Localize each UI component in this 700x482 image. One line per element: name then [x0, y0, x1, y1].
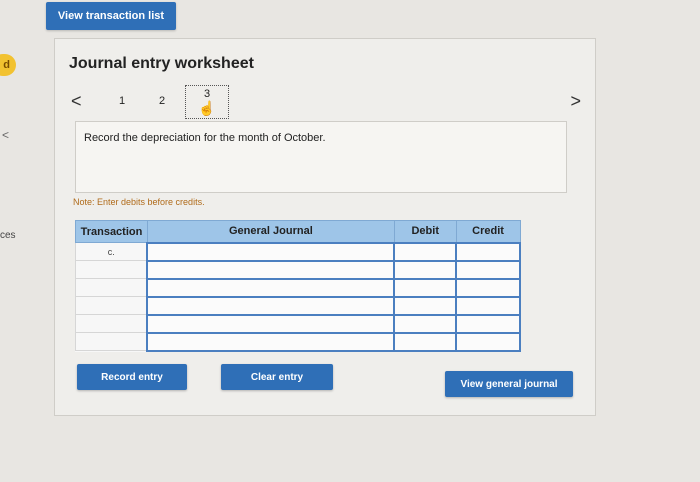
account-input[interactable]	[146, 295, 396, 316]
record-entry-button[interactable]: Record entry	[77, 364, 187, 390]
transaction-cell	[75, 278, 148, 297]
journal-table: Transaction General Journal Debit Credit…	[75, 220, 521, 352]
transaction-cell	[75, 314, 148, 333]
account-input[interactable]	[146, 259, 396, 280]
next-page-icon[interactable]: >	[570, 91, 581, 112]
view-transaction-list-button[interactable]: View transaction list	[46, 2, 176, 30]
account-input[interactable]	[146, 313, 396, 334]
prev-page-icon[interactable]: <	[71, 91, 82, 112]
table-row	[75, 331, 521, 352]
header-credit: Credit	[455, 220, 521, 243]
note-text: Note: Enter debits before credits.	[73, 197, 205, 207]
debit-input[interactable]	[393, 295, 458, 316]
account-input[interactable]	[146, 241, 396, 262]
debit-input[interactable]	[393, 241, 458, 262]
credit-input[interactable]	[455, 295, 521, 316]
worksheet-title: Journal entry worksheet	[69, 55, 254, 72]
transaction-cell: c.	[75, 242, 148, 261]
credit-input[interactable]	[455, 259, 521, 280]
credit-input[interactable]	[455, 331, 521, 352]
table-row	[75, 277, 521, 298]
table-row: c.	[75, 241, 521, 262]
transaction-cell	[75, 332, 148, 351]
hand-cursor-icon: ☝	[198, 100, 216, 116]
progress-badge: d	[0, 54, 16, 76]
debit-input[interactable]	[393, 313, 458, 334]
instruction-box: Record the depreciation for the month of…	[75, 121, 567, 193]
credit-input[interactable]	[455, 277, 521, 298]
header-general-journal: General Journal	[146, 220, 395, 243]
debit-input[interactable]	[393, 277, 458, 298]
clear-entry-button[interactable]: Clear entry	[221, 364, 333, 390]
worksheet-pager: < 1 2 3 ☝ >	[71, 85, 581, 121]
page-3-active[interactable]: 3 ☝	[185, 85, 229, 119]
header-transaction: Transaction	[75, 220, 148, 243]
transaction-cell	[75, 296, 148, 315]
sidebar-partial-text: ces	[0, 230, 16, 241]
page-2[interactable]: 2	[159, 95, 165, 107]
header-debit: Debit	[393, 220, 457, 243]
table-row	[75, 313, 521, 334]
view-general-journal-button[interactable]: View general journal	[445, 371, 573, 397]
page-3-number: 3	[203, 88, 211, 100]
transaction-cell	[75, 260, 148, 279]
page-1[interactable]: 1	[119, 95, 125, 107]
credit-input[interactable]	[455, 241, 521, 262]
instruction-text: Record the depreciation for the month of…	[84, 132, 326, 144]
debit-input[interactable]	[393, 331, 458, 352]
debit-input[interactable]	[393, 259, 458, 280]
credit-input[interactable]	[455, 313, 521, 334]
collapse-chevron-icon[interactable]: <	[2, 128, 9, 142]
account-input[interactable]	[146, 331, 396, 352]
table-row	[75, 295, 521, 316]
account-input[interactable]	[146, 277, 396, 298]
journal-entry-worksheet: Journal entry worksheet < 1 2 3 ☝ > Reco…	[54, 38, 596, 416]
table-row	[75, 259, 521, 280]
